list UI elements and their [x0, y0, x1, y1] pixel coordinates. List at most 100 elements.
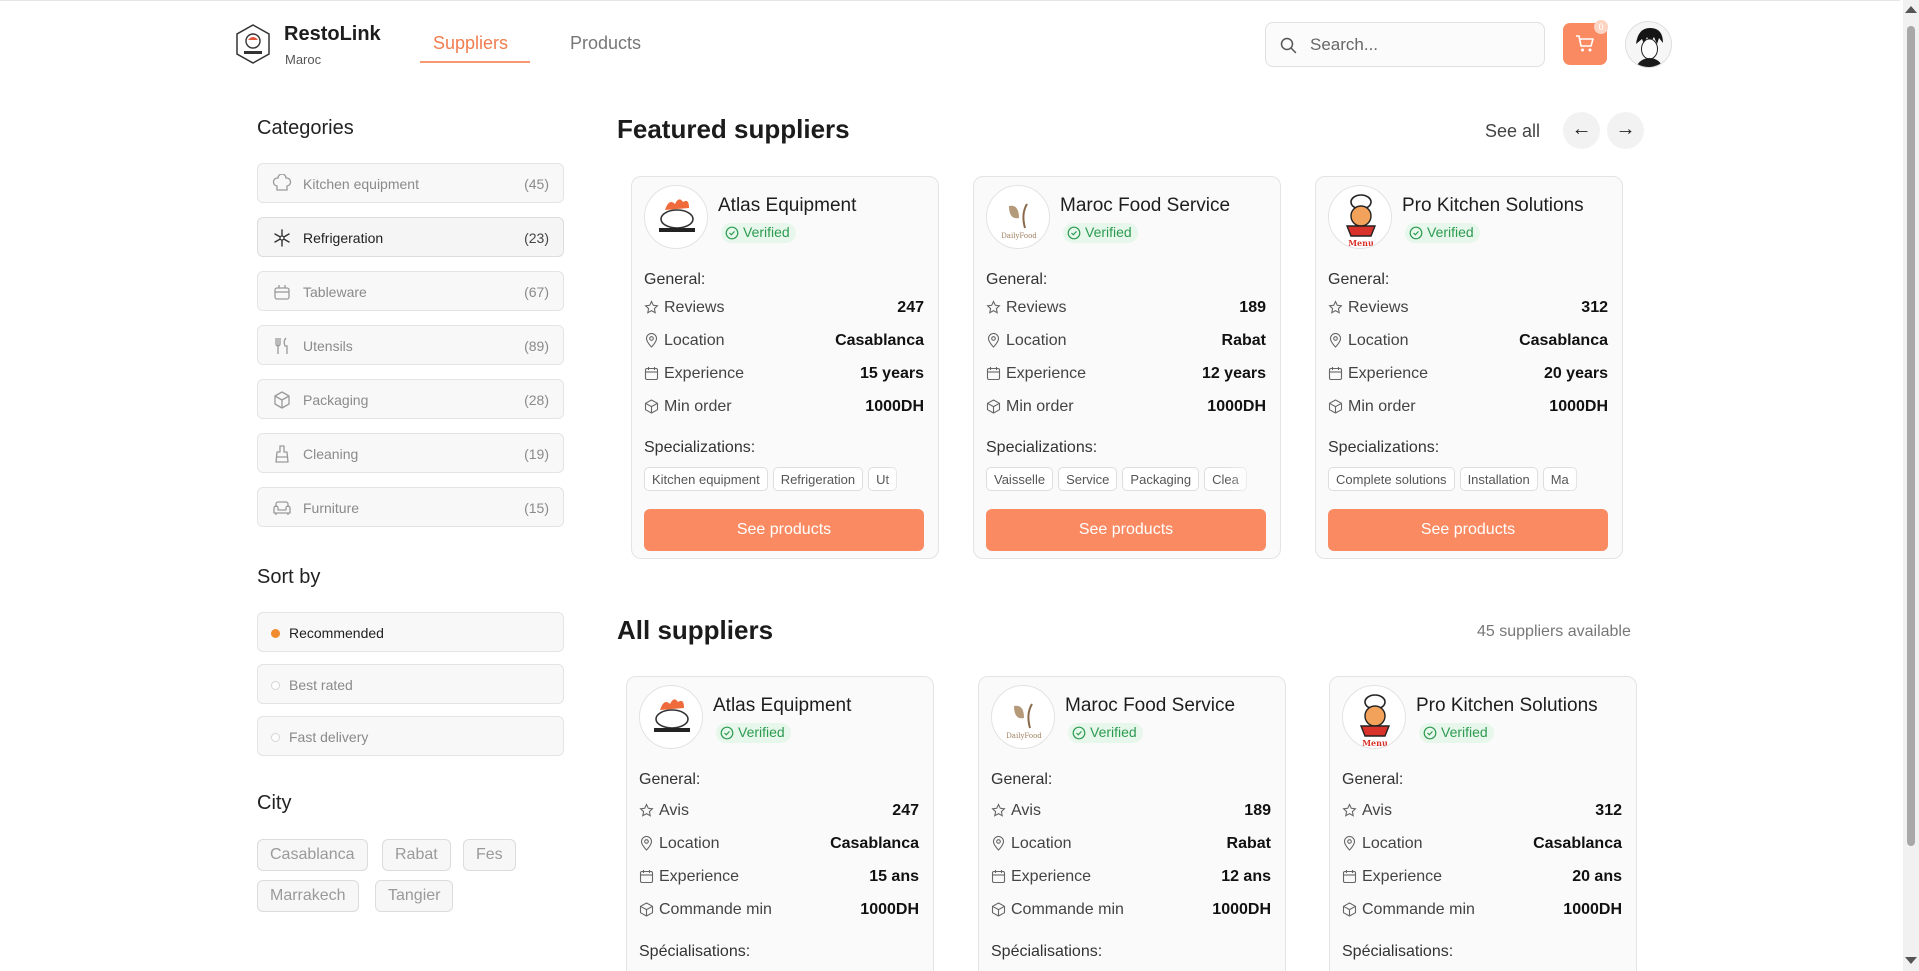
category-label: Tableware [303, 284, 367, 300]
calendar-icon [1342, 870, 1357, 884]
row-value: Rabat [1221, 332, 1266, 349]
search-input[interactable] [1310, 33, 1530, 57]
row-value: 1000DH [1549, 398, 1608, 415]
map-pin-icon [645, 333, 658, 348]
city-chip-marrakech[interactable]: Marrakech [257, 880, 359, 912]
specializations-label: Specializations: [1328, 439, 1440, 456]
calendar-icon [1328, 367, 1343, 381]
carousel-prev-button[interactable]: ← [1563, 112, 1600, 149]
brand-name: RestoLink [284, 23, 381, 45]
calendar-icon [991, 870, 1006, 884]
row-value: Rabat [1226, 835, 1271, 852]
see-products-button[interactable]: See products [1328, 509, 1608, 551]
row-label: Min order [1348, 398, 1416, 415]
specialization-tag: Kitchen equipment [644, 467, 768, 491]
city-chip-tangier[interactable]: Tangier [375, 880, 454, 912]
supplier-logo [644, 185, 708, 249]
reviews-row: Avis 247 [639, 800, 919, 822]
category-refrigeration[interactable]: Refrigeration (23) [257, 217, 564, 257]
star-icon [1342, 803, 1357, 817]
category-packaging[interactable]: Packaging (28) [257, 379, 564, 419]
city-title: City [257, 792, 292, 814]
see-products-button[interactable]: See products [986, 509, 1266, 551]
city-chip-rabat[interactable]: Rabat [382, 839, 451, 871]
min-order-row: Commande min 1000DH [1342, 899, 1622, 921]
scrollbar-thumb[interactable] [1907, 26, 1915, 846]
sort-option-best-rated[interactable]: Best rated [257, 664, 564, 704]
nav-tab-suppliers[interactable]: Suppliers [433, 33, 508, 54]
location-row: Location Casablanca [1328, 330, 1608, 352]
restaurant-logo-icon [654, 699, 690, 732]
supplier-name: Maroc Food Service [1060, 195, 1231, 216]
category-cleaning[interactable]: Cleaning (19) [257, 433, 564, 473]
package-icon [274, 391, 290, 409]
row-value: 1000DH [1212, 901, 1271, 918]
snowflake-icon [274, 229, 290, 247]
reviews-row: Reviews 189 [986, 297, 1266, 319]
radio-dot [271, 733, 280, 742]
chef-mascot-logo-icon: Menu [1359, 694, 1391, 748]
row-value: 1000DH [865, 398, 924, 415]
restolink-logo[interactable] [235, 23, 271, 65]
calendar-icon [986, 367, 1001, 381]
verified-label: Verified [1441, 724, 1488, 740]
category-utensils[interactable]: Utensils (89) [257, 325, 564, 365]
chef-hat-icon [272, 174, 292, 191]
row-value: 312 [1581, 299, 1608, 316]
search-box[interactable] [1265, 22, 1545, 67]
specializations-label: Spécialisations: [991, 943, 1103, 960]
row-label: Location [1011, 835, 1072, 852]
location-row: Location Rabat [991, 833, 1271, 855]
scroll-up-arrow[interactable] [1905, 6, 1917, 13]
location-row: Location Casablanca [644, 330, 924, 352]
general-label: General: [991, 771, 1053, 788]
row-value: Casablanca [1519, 332, 1608, 349]
sort-option-label: Recommended [289, 625, 384, 641]
carousel-next-button[interactable]: → [1607, 112, 1644, 149]
category-count: (67) [524, 284, 549, 300]
specialization-tag: Clea [1204, 467, 1247, 491]
supplier-name: Atlas Equipment [718, 195, 857, 216]
experience-row: Experience 12 ans [991, 866, 1271, 888]
featured-supplier-card[interactable]: DailyFood Maroc Food Service Verified Ge… [973, 176, 1281, 559]
see-products-button[interactable]: See products [644, 509, 924, 551]
specialization-tag: Service [1058, 467, 1118, 491]
category-count: (45) [524, 176, 549, 192]
verified-badge: Verified [721, 223, 796, 243]
category-kitchen-equipment[interactable]: Kitchen equipment (45) [257, 163, 564, 203]
calendar-icon [639, 870, 654, 884]
general-label: General: [1328, 271, 1390, 288]
supplier-logo: DailyFood [991, 685, 1055, 749]
city-chip-fes[interactable]: Fes [463, 839, 516, 871]
general-label: General: [644, 271, 706, 288]
chef-mascot-logo-icon: Menu [1345, 194, 1377, 248]
sort-option-recommended[interactable]: Recommended [257, 612, 564, 652]
nav-tab-products[interactable]: Products [570, 33, 641, 54]
verified-label: Verified [1090, 724, 1137, 740]
experience-row: Experience 20 ans [1342, 866, 1622, 888]
city-chip-casablanca[interactable]: Casablanca [257, 839, 368, 871]
category-label: Cleaning [303, 446, 359, 462]
supplier-card[interactable]: DailyFood Maroc Food Service Verified Ge… [978, 676, 1286, 971]
category-count: (89) [524, 338, 549, 354]
featured-supplier-card[interactable]: Menu Pro Kitchen Solutions Verified Gene… [1315, 176, 1623, 559]
row-value: 12 ans [1221, 868, 1271, 885]
category-tableware[interactable]: Tableware (67) [257, 271, 564, 311]
category-label: Furniture [303, 500, 360, 516]
all-suppliers-title: All suppliers [617, 615, 774, 645]
featured-supplier-card[interactable]: Atlas Equipment Verified General: Review… [631, 176, 939, 559]
row-value: 312 [1595, 802, 1622, 819]
category-furniture[interactable]: Furniture (15) [257, 487, 564, 527]
min-order-row: Min order 1000DH [1328, 396, 1608, 418]
specializations-label: Specializations: [986, 439, 1098, 456]
calendar-icon [644, 367, 659, 381]
category-count: (19) [524, 446, 549, 462]
scroll-down-arrow[interactable] [1905, 957, 1917, 964]
box-icon [644, 399, 659, 414]
sort-option-fast-delivery[interactable]: Fast delivery [257, 716, 564, 756]
user-avatar[interactable] [1625, 21, 1672, 68]
see-all-link[interactable]: See all [1485, 121, 1540, 142]
supplier-card[interactable]: Atlas Equipment Verified General: Avis 2… [626, 676, 934, 971]
location-row: Location Casablanca [639, 833, 919, 855]
supplier-card[interactable]: Menu Pro Kitchen Solutions Verified Gene… [1329, 676, 1637, 971]
